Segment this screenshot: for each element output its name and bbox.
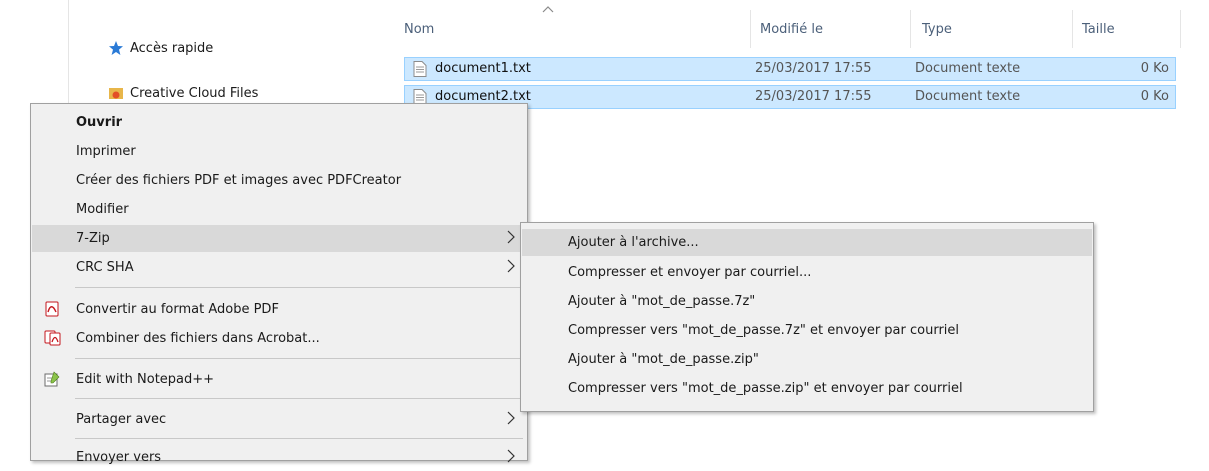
7zip-submenu: Ajouter à l'archive... Compresser et env… — [520, 222, 1094, 412]
file-modified: 25/03/2017 17:55 — [755, 89, 872, 104]
menu-separator — [75, 438, 523, 439]
menu-item-open[interactable]: Ouvrir — [32, 109, 526, 136]
folder-icon — [109, 88, 123, 99]
column-separator[interactable] — [1072, 10, 1073, 48]
chevron-right-icon — [507, 259, 515, 273]
menu-item-convert-pdf[interactable]: Convertir au format Adobe PDF — [32, 296, 526, 323]
menu-item-label: 7-Zip — [76, 231, 110, 246]
file-size: 0 Ko — [1140, 89, 1169, 104]
menu-item-label: Partager avec — [76, 412, 167, 427]
file-row[interactable]: document1.txt 25/03/2017 17:55 Document … — [404, 57, 1176, 81]
menu-item-edit[interactable]: Modifier — [32, 196, 526, 223]
menu-item-label: Ouvrir — [76, 115, 123, 130]
submenu-item-compress-7z-email[interactable]: Compresser vers "mot_de_passe.7z" et env… — [522, 317, 1092, 344]
text-file-icon — [413, 61, 427, 77]
menu-item-label: Convertir au format Adobe PDF — [76, 302, 279, 317]
menu-item-send-to[interactable]: Envoyer vers — [32, 444, 526, 471]
submenu-item-compress-email[interactable]: Compresser et envoyer par courriel... — [522, 259, 1092, 286]
menu-item-label: Ajouter à "mot_de_passe.7z" — [568, 294, 756, 309]
menu-item-label: Créer des fichiers PDF et images avec PD… — [76, 173, 402, 188]
column-header-size[interactable]: Taille — [1082, 22, 1115, 37]
menu-item-label: Compresser vers "mot_de_passe.zip" et en… — [568, 381, 963, 396]
menu-item-print[interactable]: Imprimer — [32, 138, 526, 165]
context-menu: Ouvrir Imprimer Créer des fichiers PDF e… — [30, 103, 528, 465]
menu-item-label: Envoyer vers — [76, 450, 162, 465]
submenu-item-add-7z[interactable]: Ajouter à "mot_de_passe.7z" — [522, 288, 1092, 315]
column-separator[interactable] — [750, 10, 751, 48]
menu-item-label: Combiner des fichiers dans Acrobat... — [76, 331, 320, 346]
menu-item-pdfcreator[interactable]: Créer des fichiers PDF et images avec PD… — [32, 167, 526, 194]
column-separator[interactable] — [1180, 10, 1181, 48]
column-header-type[interactable]: Type — [922, 22, 952, 37]
acrobat-combine-icon — [44, 330, 61, 346]
submenu-item-add-zip[interactable]: Ajouter à "mot_de_passe.zip" — [522, 346, 1092, 373]
file-modified: 25/03/2017 17:55 — [755, 61, 872, 76]
menu-item-label: Ajouter à "mot_de_passe.zip" — [568, 352, 759, 367]
menu-item-label: Compresser et envoyer par courriel... — [568, 265, 812, 280]
star-icon — [109, 41, 123, 55]
column-header-modified[interactable]: Modifié le — [760, 22, 823, 37]
menu-item-label: CRC SHA — [76, 260, 134, 275]
menu-item-notepadpp[interactable]: Edit with Notepad++ — [32, 366, 526, 393]
chevron-right-icon — [507, 411, 515, 425]
file-name: document2.txt — [435, 89, 531, 104]
nav-item-label: Accès rapide — [130, 40, 214, 56]
sort-ascending-icon — [542, 2, 554, 17]
nav-item-quick-access[interactable]: Accès rapide — [108, 40, 213, 56]
column-separator[interactable] — [910, 10, 911, 48]
menu-separator — [75, 287, 523, 288]
column-header-name[interactable]: Nom — [404, 22, 434, 37]
file-name: document1.txt — [435, 61, 531, 76]
file-size: 0 Ko — [1140, 61, 1169, 76]
menu-item-share-with[interactable]: Partager avec — [32, 406, 526, 433]
menu-item-7zip[interactable]: 7-Zip — [32, 225, 526, 252]
menu-item-crc-sha[interactable]: CRC SHA — [32, 254, 526, 281]
submenu-item-compress-zip-email[interactable]: Compresser vers "mot_de_passe.zip" et en… — [522, 375, 1092, 402]
menu-item-combine-acrobat[interactable]: Combiner des fichiers dans Acrobat... — [32, 325, 526, 352]
menu-item-label: Edit with Notepad++ — [76, 372, 215, 387]
menu-item-label: Modifier — [76, 202, 129, 217]
menu-separator — [75, 398, 523, 399]
menu-separator — [75, 358, 523, 359]
notepad-plus-plus-icon — [44, 371, 60, 387]
menu-item-label: Ajouter à l'archive... — [568, 235, 699, 250]
file-type: Document texte — [915, 61, 1021, 76]
chevron-right-icon — [507, 230, 515, 244]
menu-item-label: Compresser vers "mot_de_passe.7z" et env… — [568, 323, 960, 338]
nav-item-label: Creative Cloud Files — [130, 85, 259, 101]
file-type: Document texte — [915, 89, 1021, 104]
nav-item-creative-cloud[interactable]: Creative Cloud Files — [108, 85, 258, 101]
adobe-pdf-icon — [45, 301, 59, 317]
menu-item-label: Imprimer — [76, 144, 136, 159]
chevron-right-icon — [507, 449, 515, 463]
submenu-item-add-archive[interactable]: Ajouter à l'archive... — [522, 229, 1092, 256]
